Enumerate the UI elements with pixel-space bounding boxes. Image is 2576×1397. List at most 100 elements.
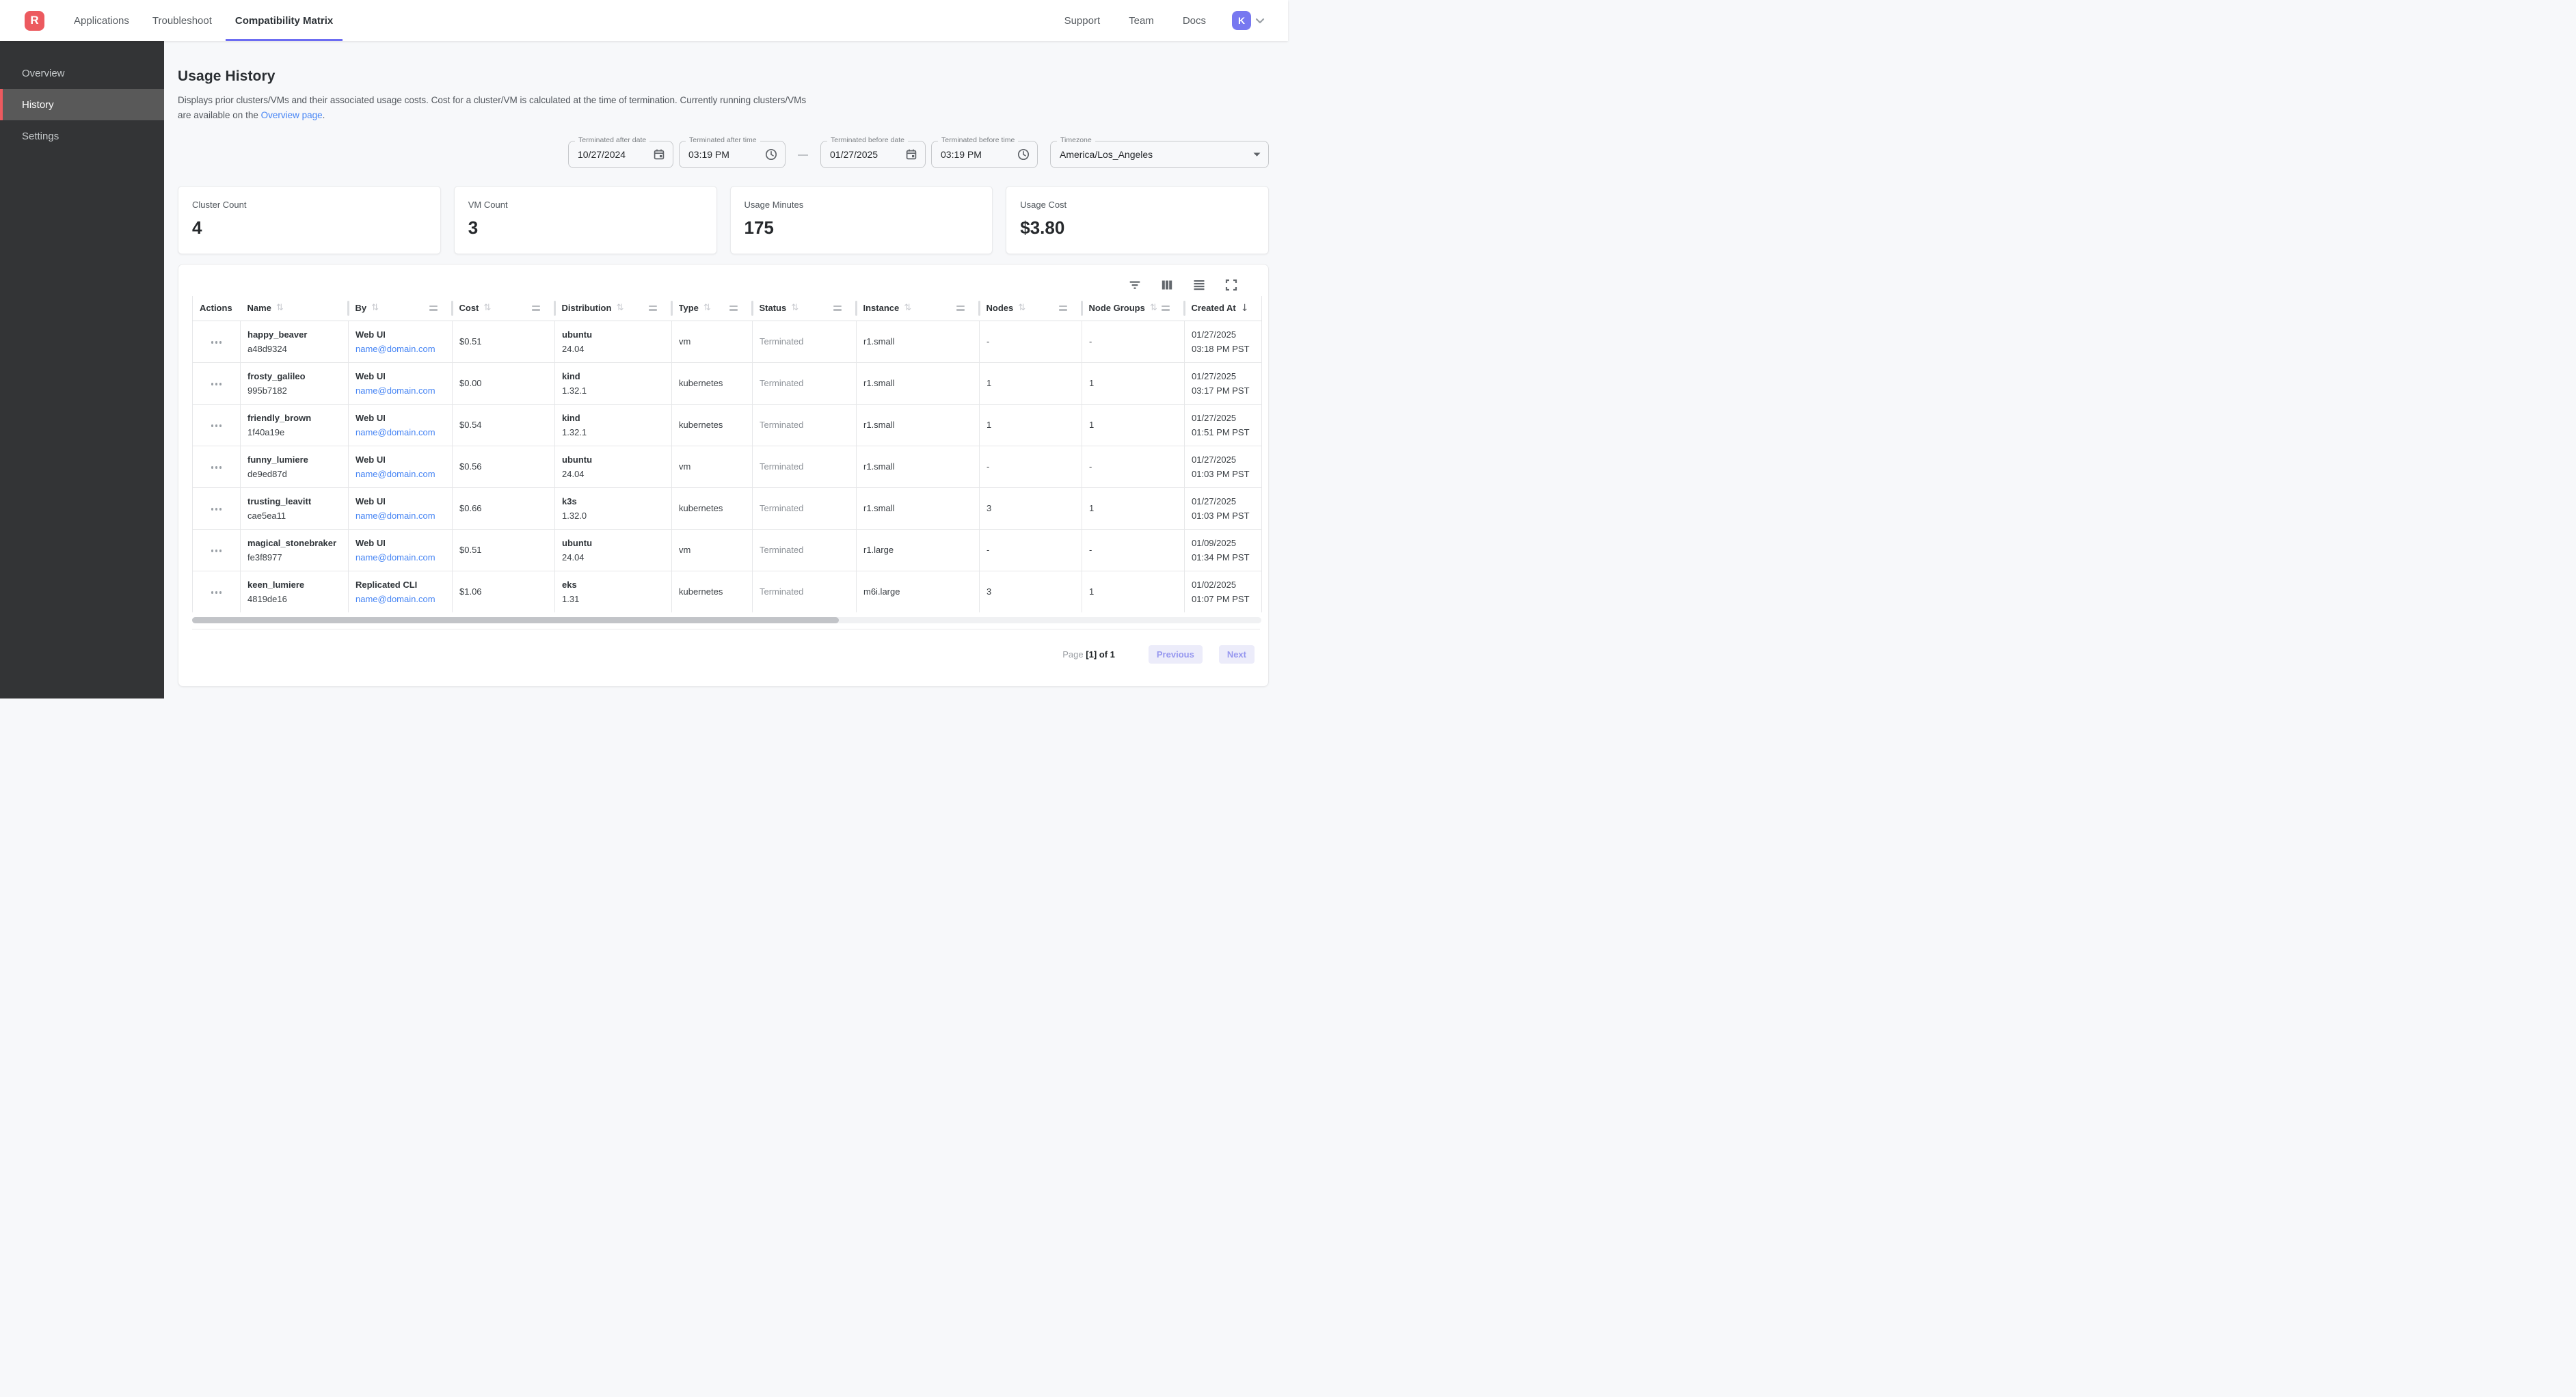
- column-menu-icon[interactable]: [649, 306, 657, 311]
- calendar-icon[interactable]: [905, 148, 917, 161]
- support-link[interactable]: Support: [1064, 15, 1101, 27]
- fullscreen-icon[interactable]: [1224, 278, 1238, 292]
- column-header-type[interactable]: Type⇅: [672, 296, 753, 321]
- type-value: kubernetes: [679, 501, 745, 515]
- column-separator[interactable]: [855, 301, 857, 316]
- created-date: 01/27/2025: [1192, 369, 1255, 383]
- cell-type: kubernetes: [672, 362, 753, 404]
- column-separator[interactable]: [451, 301, 453, 316]
- row-email-link[interactable]: name@domain.com: [355, 342, 445, 356]
- column-menu-icon[interactable]: [1162, 306, 1170, 311]
- sort-icon[interactable]: ⇅: [904, 303, 911, 313]
- cell-instance: r1.small: [857, 446, 980, 487]
- avatar-chevron-down-icon[interactable]: [1255, 18, 1265, 24]
- columns-icon[interactable]: [1160, 278, 1174, 292]
- overview-page-link[interactable]: Overview page: [261, 110, 323, 120]
- column-separator[interactable]: [978, 301, 980, 316]
- terminated-before-date-value: 01/27/2025: [830, 149, 905, 160]
- tab-applications[interactable]: Applications: [62, 0, 141, 41]
- scrollbar-thumb[interactable]: [192, 617, 839, 623]
- column-header-instance[interactable]: Instance ⇅: [857, 296, 980, 321]
- column-menu-icon[interactable]: [956, 306, 965, 311]
- column-separator[interactable]: [751, 301, 753, 316]
- docs-link[interactable]: Docs: [1183, 15, 1206, 27]
- cell-created_at: 01/27/202503:17 PM PST: [1185, 362, 1262, 404]
- column-separator[interactable]: [1183, 301, 1185, 316]
- sort-icon[interactable]: ⇅: [1150, 303, 1157, 313]
- density-icon[interactable]: [1192, 278, 1206, 292]
- sidebar-item-settings[interactable]: Settings: [0, 120, 164, 152]
- tab-troubleshoot[interactable]: Troubleshoot: [141, 0, 224, 41]
- cell-cost: $0.54: [453, 404, 555, 446]
- calendar-icon[interactable]: [653, 148, 665, 161]
- row-email-link[interactable]: name@domain.com: [355, 592, 445, 606]
- row-actions-button[interactable]: [209, 587, 225, 598]
- user-avatar[interactable]: K: [1232, 11, 1251, 30]
- sort-icon[interactable]: ⇅: [703, 303, 711, 313]
- page-description-period: .: [323, 110, 325, 120]
- nodes-value: 1: [987, 418, 1075, 432]
- terminated-after-time-field[interactable]: Terminated after time 03:19 PM: [679, 141, 786, 168]
- timezone-select[interactable]: Timezone America/Los_Angeles: [1050, 141, 1269, 168]
- row-email-link[interactable]: name@domain.com: [355, 425, 445, 439]
- sort-icon[interactable]: ⇅: [371, 303, 379, 313]
- column-header-status[interactable]: Status⇅: [753, 296, 857, 321]
- usage-table: ActionsName⇅By⇅Cost⇅Distribution⇅Type⇅St…: [192, 296, 1262, 612]
- column-header-cost[interactable]: Cost⇅: [453, 296, 555, 321]
- sidebar-item-history[interactable]: History: [0, 89, 164, 120]
- sidebar-item-overview[interactable]: Overview: [0, 57, 164, 89]
- column-header-created_at[interactable]: Created At↓: [1185, 296, 1262, 321]
- column-header-name[interactable]: Name⇅: [241, 296, 349, 321]
- sort-icon[interactable]: ⇅: [1018, 303, 1025, 313]
- terminated-before-time-field[interactable]: Terminated before time 03:19 PM: [931, 141, 1038, 168]
- previous-page-button[interactable]: Previous: [1149, 645, 1203, 664]
- row-actions-button[interactable]: [209, 420, 225, 431]
- row-actions-button[interactable]: [209, 504, 225, 515]
- horizontal-scrollbar[interactable]: [192, 617, 1261, 623]
- sort-icon[interactable]: ⇅: [616, 303, 623, 313]
- created-date: 01/27/2025: [1192, 411, 1255, 425]
- cell-status: Terminated: [753, 404, 857, 446]
- column-separator[interactable]: [554, 301, 556, 316]
- clock-icon[interactable]: [1017, 148, 1030, 161]
- column-menu-icon[interactable]: [1059, 306, 1067, 311]
- row-actions-button[interactable]: [209, 545, 225, 556]
- row-email-link[interactable]: name@domain.com: [355, 508, 445, 523]
- terminated-before-date-field[interactable]: Terminated before date 01/27/2025: [820, 141, 926, 168]
- row-actions-button[interactable]: [209, 462, 225, 473]
- column-header-nodes[interactable]: Nodes⇅: [980, 296, 1082, 321]
- row-email-link[interactable]: name@domain.com: [355, 550, 445, 565]
- clock-icon[interactable]: [765, 148, 777, 161]
- row-actions-button[interactable]: [209, 379, 225, 390]
- row-actions-button[interactable]: [209, 337, 225, 348]
- column-header-node_groups[interactable]: Node Groups ⇅: [1082, 296, 1185, 321]
- column-separator[interactable]: [1081, 301, 1083, 316]
- filter-bar: Terminated after date 10/27/2024 Termina…: [178, 141, 1269, 168]
- terminated-after-date-field[interactable]: Terminated after date 10/27/2024: [568, 141, 673, 168]
- cell-by: Web UIname@domain.com: [349, 362, 453, 404]
- column-label: Node Groups: [1089, 303, 1145, 313]
- tab-compatibility-matrix[interactable]: Compatibility Matrix: [224, 0, 345, 41]
- column-menu-icon[interactable]: [429, 306, 438, 311]
- sort-icon[interactable]: ⇅: [276, 303, 284, 313]
- filter-icon[interactable]: [1128, 278, 1142, 292]
- sort-icon[interactable]: ⇅: [483, 303, 491, 313]
- instance-value: r1.large: [863, 543, 972, 557]
- column-menu-icon[interactable]: [833, 306, 842, 311]
- dropdown-caret-icon[interactable]: [1253, 152, 1261, 157]
- row-email-link[interactable]: name@domain.com: [355, 383, 445, 398]
- column-header-distribution[interactable]: Distribution⇅: [555, 296, 672, 321]
- sort-desc-icon[interactable]: ↓: [1241, 303, 1249, 314]
- column-label: Instance: [863, 303, 900, 313]
- team-link[interactable]: Team: [1129, 15, 1154, 27]
- column-separator[interactable]: [347, 301, 349, 316]
- row-email-link[interactable]: name@domain.com: [355, 467, 445, 481]
- sort-icon[interactable]: ⇅: [791, 303, 799, 313]
- cluster-id: 1f40a19e: [247, 425, 341, 439]
- next-page-button[interactable]: Next: [1219, 645, 1255, 664]
- column-menu-icon[interactable]: [729, 306, 738, 311]
- column-menu-icon[interactable]: [532, 306, 540, 311]
- column-header-by[interactable]: By⇅: [349, 296, 453, 321]
- column-separator[interactable]: [671, 301, 673, 316]
- stats-row: Cluster Count 4 VM Count 3 Usage Minutes…: [178, 186, 1269, 254]
